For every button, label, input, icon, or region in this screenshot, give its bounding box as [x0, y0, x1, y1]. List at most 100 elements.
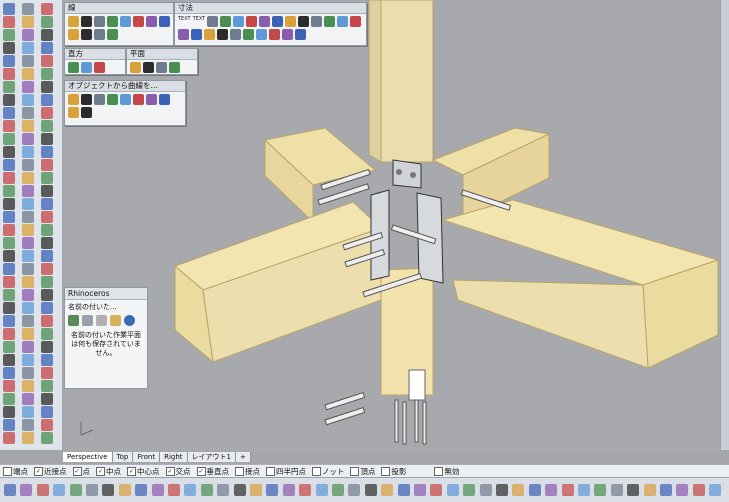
tool-icon[interactable] [3, 42, 15, 54]
tool-icon[interactable] [200, 484, 213, 496]
tool-icon[interactable] [3, 341, 15, 353]
tool-icon[interactable] [41, 68, 53, 80]
osnap-item[interactable]: ✓ 垂直点 [196, 465, 229, 477]
tool-icon[interactable] [68, 29, 79, 40]
tool-icon[interactable] [3, 211, 15, 223]
text-icon-2[interactable]: TEXT [193, 16, 206, 27]
osnap-item[interactable]: ✓ 中心点 [127, 465, 160, 477]
osnap-checkbox[interactable] [266, 466, 275, 476]
tool-icon[interactable] [94, 94, 105, 105]
tool-icon[interactable] [41, 419, 53, 431]
tool-icon[interactable] [3, 3, 15, 15]
tool-icon[interactable] [81, 29, 92, 40]
osnap-checkbox[interactable]: ✓ [72, 466, 82, 476]
tool-icon[interactable] [68, 62, 79, 73]
panel-plane[interactable]: 平面 [126, 48, 198, 75]
tool-icon[interactable] [53, 484, 66, 496]
tool-icon[interactable] [364, 484, 377, 496]
tool-icon[interactable] [107, 94, 118, 105]
tool-icon[interactable] [3, 263, 15, 275]
tool-icon[interactable] [324, 16, 336, 27]
tool-icon[interactable] [22, 328, 34, 340]
osnap-item[interactable]: 無効 [434, 465, 459, 477]
tool-icon[interactable] [22, 341, 34, 353]
osnap-checkbox[interactable]: ✓ [196, 466, 206, 476]
tool-icon[interactable] [22, 224, 34, 236]
tool-icon[interactable] [41, 432, 53, 444]
tool-icon[interactable] [22, 42, 34, 54]
tool-icon[interactable] [41, 159, 53, 171]
osnap-checkbox[interactable] [3, 466, 12, 476]
tab-2[interactable]: Front [133, 452, 161, 462]
tool-icon[interactable] [41, 276, 53, 288]
tool-icon[interactable] [41, 55, 53, 67]
tool-icon[interactable] [41, 224, 53, 236]
tool-icon[interactable] [41, 393, 53, 405]
tool-icon[interactable] [133, 16, 144, 27]
tool-icon[interactable] [22, 107, 34, 119]
tool-icon[interactable] [299, 484, 312, 496]
tool-icon[interactable] [81, 107, 92, 118]
tool-icon[interactable] [676, 484, 689, 496]
tool-icon[interactable] [266, 484, 279, 496]
tool-icon[interactable] [578, 484, 590, 496]
tool-icon[interactable] [3, 237, 15, 249]
tool-icon[interactable] [107, 29, 118, 40]
tool-icon[interactable] [217, 484, 230, 496]
tool-icon[interactable] [184, 484, 197, 496]
tool-icon[interactable] [3, 133, 15, 145]
tool-icon[interactable] [204, 29, 215, 40]
osnap-checkbox[interactable]: ✓ [127, 466, 136, 476]
tool-icon[interactable] [246, 16, 258, 27]
tool-icon[interactable] [156, 62, 167, 73]
tool-icon[interactable] [22, 3, 34, 15]
tool-icon[interactable] [3, 250, 15, 262]
tool-icon[interactable] [22, 198, 34, 210]
tool-icon[interactable] [269, 29, 280, 40]
panel-dimension[interactable]: 寸法 TEXT TEXT [174, 2, 367, 46]
tool-icon[interactable] [159, 94, 170, 105]
tab-0[interactable]: Perspective [63, 452, 113, 462]
tool-icon[interactable] [259, 16, 271, 27]
tool-icon[interactable] [41, 315, 53, 327]
tool-icon[interactable] [3, 302, 15, 314]
tool-icon[interactable] [311, 16, 323, 27]
tool-icon[interactable] [191, 29, 202, 40]
tool-icon[interactable] [3, 146, 15, 158]
tool-icon[interactable] [479, 484, 492, 496]
tool-icon[interactable] [3, 354, 15, 366]
tool-icon[interactable] [22, 289, 34, 301]
tool-icon[interactable] [22, 367, 34, 379]
tool-icon[interactable] [41, 120, 53, 132]
tool-icon[interactable] [20, 484, 33, 496]
tool-icon[interactable] [22, 146, 34, 158]
tool-icon[interactable] [22, 94, 34, 106]
tool-icon[interactable] [3, 419, 15, 431]
tool-icon[interactable] [41, 354, 53, 366]
tool-icon[interactable] [207, 16, 219, 27]
osnap-checkbox[interactable] [434, 466, 444, 476]
tool-icon[interactable] [256, 29, 267, 40]
panel-lines[interactable]: 線 [64, 2, 174, 46]
tool-icon[interactable] [69, 484, 82, 496]
tool-icon[interactable] [3, 328, 15, 340]
tab-4[interactable]: レイアウト1 [187, 452, 236, 462]
panel-curve-from-object[interactable]: オブジェクトから曲線を... [64, 80, 186, 126]
tool-icon[interactable] [81, 16, 92, 27]
tool-icon[interactable] [94, 29, 105, 40]
tool-icon[interactable] [3, 198, 15, 210]
tool-icon[interactable] [22, 263, 34, 275]
tool-icon[interactable] [22, 419, 34, 431]
tool-icon[interactable] [446, 484, 459, 496]
tool-icon[interactable] [610, 484, 623, 496]
tool-icon[interactable] [463, 484, 476, 496]
tool-icon[interactable] [22, 55, 34, 67]
tool-icon[interactable] [41, 42, 53, 54]
tool-icon[interactable] [397, 484, 410, 496]
tool-icon[interactable] [143, 62, 154, 73]
help-icon[interactable] [124, 315, 135, 326]
tool-icon[interactable] [315, 484, 328, 496]
tool-icon[interactable] [22, 68, 34, 80]
tool-icon[interactable] [168, 484, 180, 496]
tool-icon[interactable] [22, 185, 34, 197]
